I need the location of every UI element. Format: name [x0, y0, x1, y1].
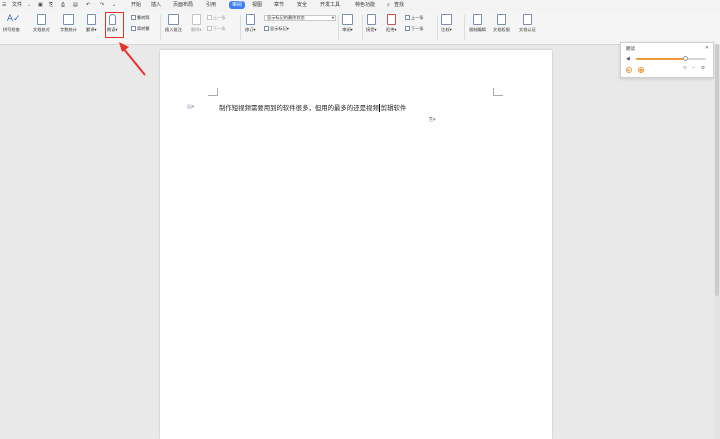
tab-references[interactable]: 引用 [206, 2, 216, 9]
doc-proof-button[interactable]: 文档校对 [33, 14, 50, 32]
insert-comment-button[interactable]: 插入批注 [165, 14, 182, 32]
track-changes-button[interactable]: 修订▾ [245, 14, 256, 32]
prev-comment-icon [207, 15, 212, 20]
spellcheck-button[interactable]: A✓ 拼写检查 [3, 14, 21, 32]
track-changes-icon [245, 14, 255, 25]
save-icon[interactable]: ▣ [38, 2, 43, 9]
chevron-down-icon: ▾ [331, 15, 334, 20]
comment-icon [167, 14, 179, 25]
reject-icon [386, 14, 396, 25]
volume-icon: ◀ [626, 56, 630, 62]
accept-button[interactable]: 接受▾ [366, 14, 377, 32]
tab-review[interactable]: 审阅 [229, 1, 246, 9]
document-text[interactable]: 制作短视频需要用到的软件很多，但用的最多的还是视频 剪辑软件 [219, 103, 406, 112]
search-icon[interactable]: ⌕ [387, 2, 390, 9]
panel-title: 朗读 [626, 47, 635, 52]
simp-to-trad-button[interactable]: 简转繁 [131, 26, 150, 32]
margin-corner-tl [208, 88, 218, 96]
restrict-edit-icon [472, 14, 482, 25]
tab-special-features[interactable]: 特色功能 [355, 2, 375, 9]
accept-icon [366, 14, 376, 25]
menu-bar: ☰ 文件 ⌄ ▣ ⎘ ⎙ ▤ ↶ ↷ ⌄ 开始 插入 页面布局 引用 审阅 视图… [0, 0, 720, 11]
trad-to-simp-button[interactable]: 繁转简 [131, 15, 150, 21]
menu-icon[interactable]: ☰ [2, 2, 6, 9]
tab-section[interactable]: 章节 [274, 2, 284, 9]
close-icon[interactable]: ✕ [705, 45, 709, 51]
redo-icon[interactable]: ↷ [100, 2, 104, 9]
vertical-scrollbar[interactable] [714, 44, 720, 439]
word-count-icon [62, 14, 74, 25]
simp-trad-icon [131, 26, 136, 31]
margin-corner-tr [493, 88, 503, 96]
review-pane-button[interactable]: 审阅▾ [342, 14, 353, 32]
read-aloud-highlight [105, 12, 124, 38]
paste-options-icon[interactable]: ⎘▾ [429, 117, 436, 123]
trad-simp-icon [131, 15, 136, 20]
chevron-down-icon[interactable]: ⌄ [27, 2, 31, 9]
undo-icon[interactable]: ↶ [86, 2, 90, 9]
volume-fill [636, 58, 685, 60]
volume-knob[interactable] [682, 56, 688, 61]
export-icon[interactable]: ⎘ [49, 2, 53, 9]
tab-security[interactable]: 安全 [297, 2, 307, 9]
next-change-button[interactable]: 下一条 [405, 26, 424, 32]
tab-page-layout[interactable]: 页面布局 [173, 2, 193, 9]
prev-change-icon [405, 15, 410, 20]
scrollbar-thumb[interactable] [715, 44, 719, 296]
tab-developer[interactable]: 开发工具 [320, 2, 340, 9]
next-change-icon [405, 26, 410, 31]
timer-icon[interactable]: ◷ [683, 66, 687, 71]
show-markup-button[interactable]: 显示标记▾ [264, 26, 289, 32]
tab-view[interactable]: 视图 [252, 2, 262, 9]
tab-home[interactable]: 开始 [131, 2, 141, 9]
word-count-button[interactable]: 字数统计 [60, 14, 77, 32]
prev-change-button[interactable]: 上一条 [405, 15, 424, 21]
delete-comment-icon [191, 14, 201, 25]
restrict-edit-button[interactable]: 限制编辑 [469, 14, 486, 32]
settings-icon[interactable]: ⚙ [701, 66, 705, 71]
play-icon[interactable]: ▶ [626, 67, 632, 73]
reject-button[interactable]: 拒绝▾ [386, 14, 397, 32]
preview-icon[interactable]: ▤ [73, 2, 78, 9]
search-button[interactable]: 查找 [394, 2, 404, 9]
stop-icon[interactable]: ■ [638, 67, 644, 73]
spellcheck-icon: A✓ [6, 14, 21, 24]
doc-certify-icon [522, 14, 532, 25]
tab-insert[interactable]: 插入 [151, 2, 161, 9]
compare-button[interactable]: 比较▾ [441, 14, 452, 32]
translate-button[interactable]: 翻译▾ [86, 14, 97, 32]
customize-icon[interactable]: ⌄ [112, 2, 116, 9]
show-markup-icon [264, 26, 269, 31]
read-aloud-panel: 朗读 ✕ ◀ ▶ ■ ◷ ⌁ ⚙ [620, 42, 714, 78]
doc-permission-icon [496, 14, 506, 25]
translate-icon [86, 14, 96, 25]
doc-permission-button[interactable]: 文档权限 [493, 14, 510, 32]
doc-proof-icon [36, 14, 46, 25]
document-page[interactable]: ▤▾ 制作短视频需要用到的软件很多，但用的最多的还是视频 剪辑软件 ⎘▾ [160, 50, 552, 439]
delete-comment-button[interactable]: 删除▾ [191, 14, 202, 32]
paragraph-layout-icon[interactable]: ▤▾ [187, 104, 194, 110]
display-state-select[interactable]: 显示标记的最终状态 ▾ [264, 15, 336, 21]
compare-icon [441, 14, 452, 25]
doc-certify-button[interactable]: 文档认证 [519, 14, 536, 32]
next-comment-button[interactable]: 下一条 [207, 26, 226, 32]
volume-slider[interactable] [636, 56, 706, 61]
print-icon[interactable]: ⎙ [61, 2, 65, 9]
prev-comment-button[interactable]: 上一条 [207, 15, 226, 21]
speed-icon[interactable]: ⌁ [692, 66, 695, 71]
file-menu[interactable]: 文件 [12, 2, 22, 9]
review-pane-icon [342, 14, 353, 25]
next-comment-icon [207, 26, 212, 31]
